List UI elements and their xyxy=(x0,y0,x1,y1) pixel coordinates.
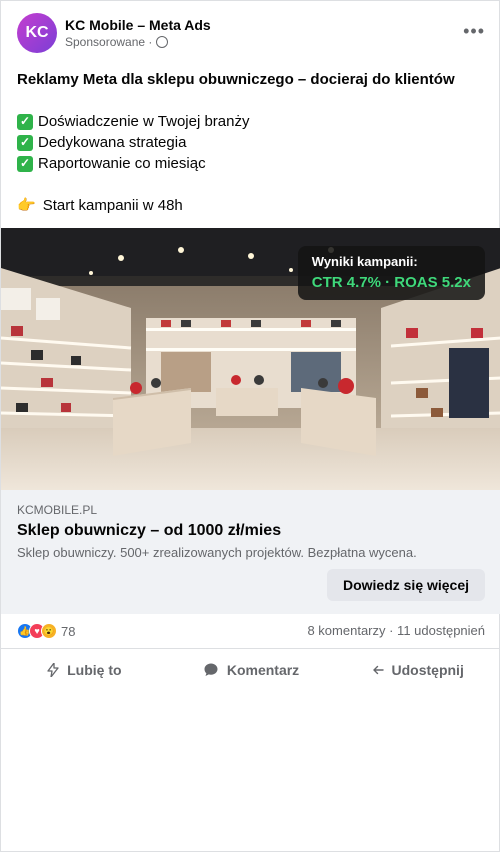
engagement-stats: 👍 ♥ 😮 78 8 komentarzy · 11 udostępnień xyxy=(17,621,485,643)
comment-icon xyxy=(204,663,218,676)
share-button[interactable]: Udostępnij xyxy=(334,653,500,687)
page-avatar[interactable]: KC xyxy=(17,13,57,53)
link-domain: KCMOBILE.PL xyxy=(17,503,98,517)
ad-post-card: KC KC Mobile – Meta Ads Sponsorowane · •… xyxy=(0,0,500,852)
bullet-text: Raportowanie co miesiąc xyxy=(38,155,206,172)
post-header: KC KC Mobile – Meta Ads Sponsorowane · •… xyxy=(17,13,485,55)
learn-more-button[interactable]: Dowiedz się więcej xyxy=(327,569,485,601)
reaction-count: 78 xyxy=(61,623,76,639)
divider xyxy=(1,648,500,649)
like-button[interactable]: Lubię to xyxy=(1,653,168,687)
bolt-icon xyxy=(47,663,59,677)
post-headline: Reklamy Meta dla sklepu obuwniczego – do… xyxy=(17,71,455,88)
like-label: Lubię to xyxy=(67,662,122,678)
bullet-3: ✓ Raportowanie co miesiąc xyxy=(17,153,487,174)
sponsored-line: Sponsorowane · xyxy=(65,35,169,49)
comment-button[interactable]: Komentarz xyxy=(168,653,335,687)
bullet-2: ✓ Dedykowana strategia xyxy=(17,132,487,153)
overlay-metrics: CTR 4.7% · ROAS 5.2x xyxy=(311,274,471,291)
post-actions: Lubię to Komentarz Udostępnij xyxy=(1,653,500,687)
cta-line-text: Start kampanii w 48h xyxy=(42,197,183,214)
pointing-hand-icon: 👉 xyxy=(17,197,36,214)
ad-image[interactable]: Wyniki kampanii: CTR 4.7% · ROAS 5.2x xyxy=(1,228,500,490)
check-icon: ✓ xyxy=(17,134,33,151)
bullet-text: Doświadczenie w Twojej branży xyxy=(38,113,250,130)
share-arrow-icon xyxy=(372,665,384,675)
comment-label: Komentarz xyxy=(226,662,300,678)
link-preview[interactable]: KCMOBILE.PL Sklep obuwniczy – od 1000 zł… xyxy=(1,490,500,614)
campaign-results-overlay: Wyniki kampanii: CTR 4.7% · ROAS 5.2x xyxy=(297,246,485,300)
check-icon: ✓ xyxy=(17,155,33,172)
link-description: Sklep obuwniczy. 500+ zrealizowanych pro… xyxy=(17,545,417,560)
cta-line: 👉 Start kampanii w 48h xyxy=(17,195,487,216)
overlay-title: Wyniki kampanii: xyxy=(311,254,418,269)
link-title[interactable]: Sklep obuwniczy – od 1000 zł/mies xyxy=(17,522,281,540)
wow-reaction-icon: 😮 xyxy=(41,623,57,639)
sponsored-label: Sponsorowane · xyxy=(65,35,153,49)
page-name[interactable]: KC Mobile – Meta Ads xyxy=(65,17,211,33)
post-text: Reklamy Meta dla sklepu obuwniczego – do… xyxy=(17,69,487,216)
bullet-text: Dedykowana strategia xyxy=(38,134,187,151)
share-label: Udostępnij xyxy=(391,662,464,678)
globe-icon xyxy=(156,36,169,48)
bullet-1: ✓ Doświadczenie w Twojej branży xyxy=(17,111,487,132)
reactions-summary[interactable]: 👍 ♥ 😮 78 xyxy=(17,623,75,639)
check-icon: ✓ xyxy=(17,113,33,130)
comments-shares-count[interactable]: 8 komentarzy · 11 udostępnień xyxy=(307,623,485,638)
more-options-button[interactable]: ••• xyxy=(463,21,485,42)
